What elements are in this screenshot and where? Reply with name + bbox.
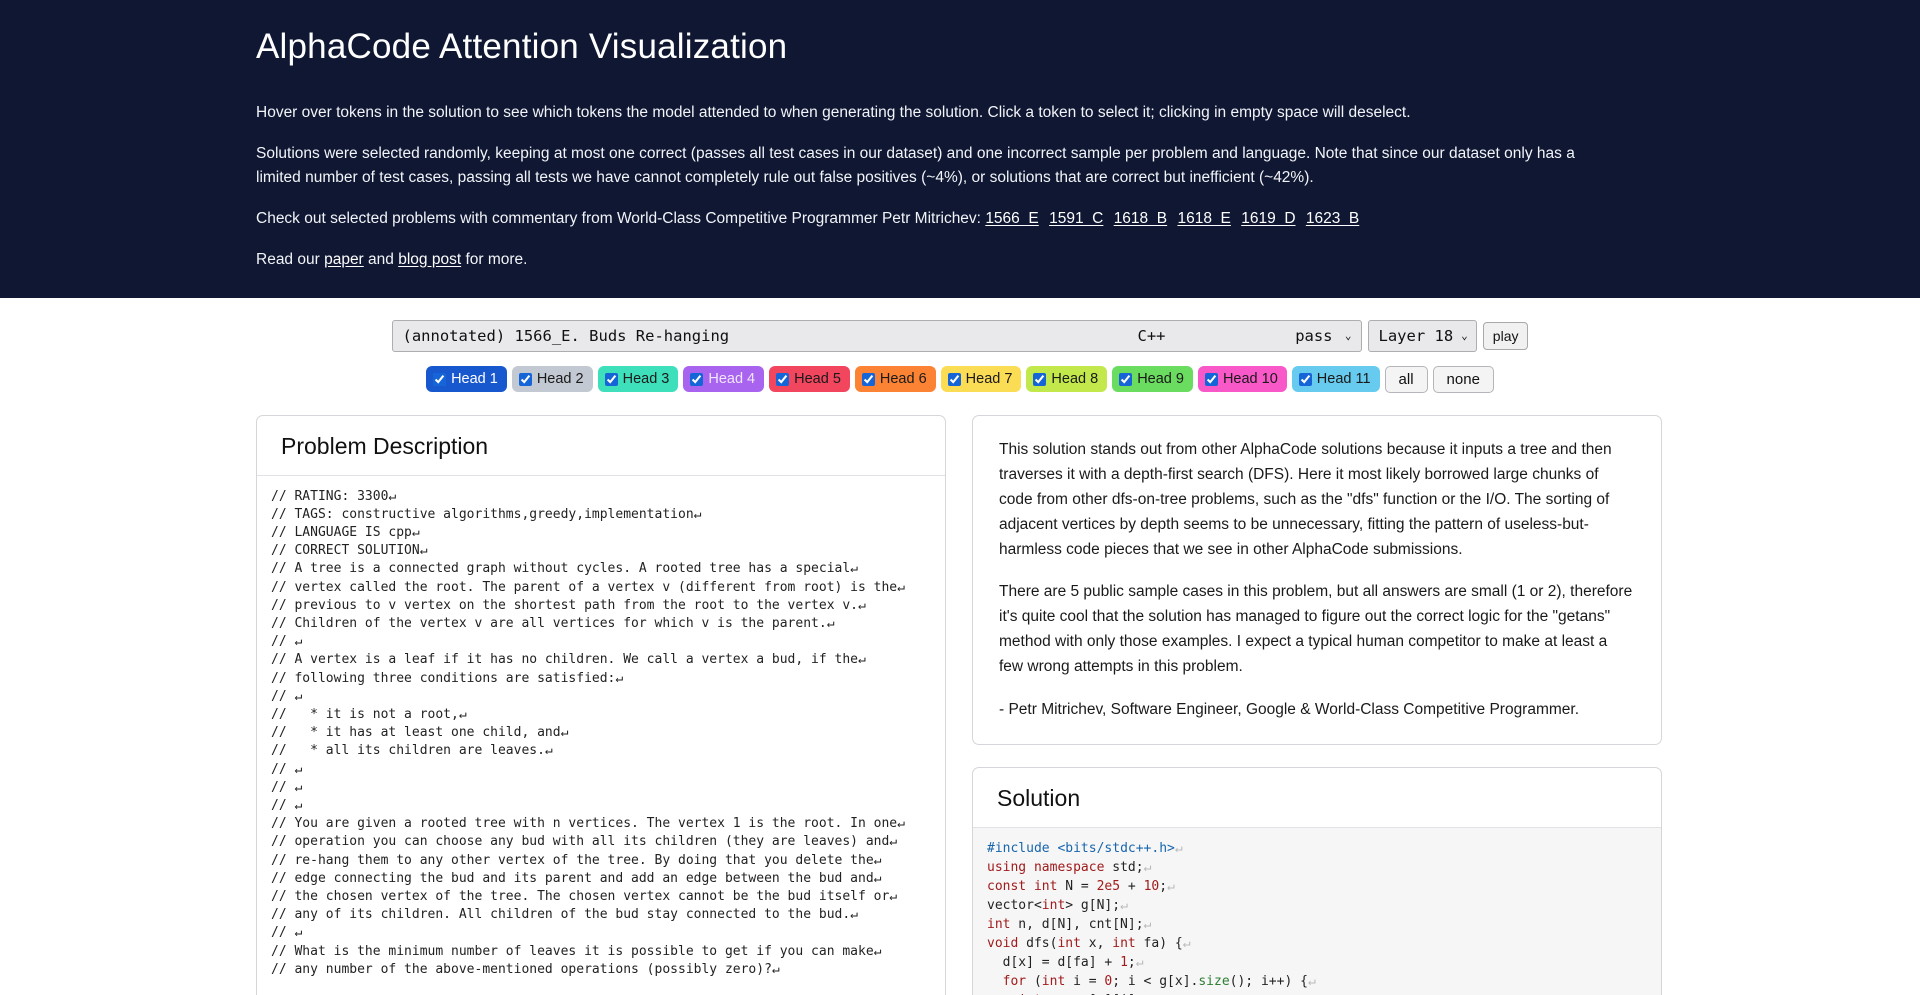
- head-checkbox-10[interactable]: [1204, 372, 1218, 386]
- heads-container: Head 1 Head 2 Head 3 Head 4 Head 5 Head 6 Head…: [426, 366, 1380, 393]
- problem-select-language: C++: [1137, 326, 1166, 345]
- solution-title: Solution: [973, 768, 1661, 828]
- problem-link-1623-b[interactable]: 1623_B: [1306, 210, 1359, 227]
- solution-code[interactable]: #include <bits/stdc++.h>↵ using namespace…: [973, 827, 1661, 995]
- solution-code-line: vector<int> g[N];↵: [987, 897, 1128, 913]
- chevron-down-icon: ⌄: [1461, 329, 1468, 343]
- head-toggle-7[interactable]: Head 7: [940, 366, 1022, 393]
- head-checkbox-3[interactable]: [604, 372, 618, 386]
- intro-paragraph-1: Hover over tokens in the solution to see…: [256, 103, 1411, 121]
- head-label-7: Head 7: [965, 371, 1013, 388]
- page-title: AlphaCode Attention Visualization: [256, 27, 788, 66]
- solution-code-line: void dfs(int x, int fa) {↵: [987, 935, 1191, 951]
- solution-code-line: #include <bits/stdc++.h>↵: [987, 840, 1183, 856]
- head-toggle-5[interactable]: Head 5: [769, 366, 850, 393]
- solution-code-line: for (int i = 0; i < g[x].size(); i++) {↵: [1002, 973, 1316, 989]
- head-toggle-8[interactable]: Head 8: [1026, 366, 1108, 393]
- blog-post-link[interactable]: blog post: [398, 251, 461, 268]
- head-label-2: Head 2: [536, 371, 584, 388]
- solution-code-line: const int N = 2e5 + 10;↵: [987, 878, 1175, 894]
- head-label-6: Head 6: [879, 371, 927, 388]
- attention-heads-row: Head 1 Head 2 Head 3 Head 4 Head 5 Head 6 Head…: [0, 365, 1920, 393]
- problem-link-1566-e[interactable]: 1566_E: [985, 210, 1038, 227]
- head-toggle-2[interactable]: Head 2: [511, 366, 593, 393]
- select-all-heads-button[interactable]: all: [1384, 365, 1428, 393]
- head-label-5: Head 5: [794, 371, 841, 388]
- play-button[interactable]: play: [1482, 321, 1529, 350]
- head-label-4: Head 4: [708, 371, 756, 388]
- main-panels: Problem Description // RATING: 3300↵ // …: [0, 393, 1920, 995]
- solution-code-line: d[x] = d[fa] + 1;↵: [987, 954, 1144, 970]
- commentary-links-prefix: Check out selected problems with comment…: [256, 209, 981, 227]
- head-toggle-1[interactable]: Head 1: [426, 366, 507, 393]
- problem-link-1619-d[interactable]: 1619_D: [1241, 210, 1295, 227]
- problem-link-1618-e[interactable]: 1618_E: [1177, 210, 1230, 227]
- head-checkbox-6[interactable]: [861, 372, 875, 386]
- head-label-11: Head 11: [1316, 371, 1371, 388]
- problem-link-1618-b[interactable]: 1618_B: [1114, 210, 1167, 227]
- chevron-down-icon: ⌄: [1344, 329, 1352, 343]
- read-more-mid: and: [363, 250, 399, 268]
- commentary-card: This solution stands out from other Alph…: [972, 414, 1662, 745]
- layer-select-value: Layer 18: [1378, 326, 1454, 345]
- head-label-10: Head 10: [1222, 371, 1278, 388]
- head-toggle-3[interactable]: Head 3: [597, 366, 679, 393]
- solution-column: This solution stands out from other Alph…: [972, 414, 1662, 995]
- paper-link[interactable]: paper: [324, 251, 364, 268]
- head-checkbox-4[interactable]: [690, 372, 704, 386]
- read-more-suffix: for more.: [461, 250, 528, 268]
- head-checkbox-1[interactable]: [433, 372, 447, 386]
- head-toggle-4[interactable]: Head 4: [683, 366, 765, 393]
- problem-description-title: Problem Description: [257, 416, 945, 476]
- head-label-9: Head 9: [1137, 371, 1184, 388]
- page-header: AlphaCode Attention Visualization Hover …: [0, 0, 1920, 298]
- head-checkbox-7[interactable]: [947, 372, 961, 386]
- solution-panel: Solution #include <bits/stdc++.h>↵ using …: [972, 766, 1662, 995]
- head-toggle-9[interactable]: Head 9: [1112, 366, 1193, 393]
- head-toggle-6[interactable]: Head 6: [854, 366, 936, 393]
- head-label-8: Head 8: [1051, 371, 1099, 388]
- commentary-attribution: - Petr Mitrichev, Software Engineer, Goo…: [999, 700, 1580, 718]
- read-more-prefix: Read our: [256, 250, 325, 268]
- solution-code-line: using namespace std;↵: [987, 859, 1152, 875]
- problem-select-verdict: pass: [1295, 326, 1333, 345]
- layer-select[interactable]: Layer 18 ⌄: [1367, 319, 1477, 352]
- commentary-paragraph-1: This solution stands out from other Alph…: [999, 440, 1612, 559]
- problem-description-code[interactable]: // RATING: 3300↵ // TAGS: constructive a…: [257, 476, 945, 979]
- problem-description-panel: Problem Description // RATING: 3300↵ // …: [256, 414, 946, 995]
- head-checkbox-2[interactable]: [518, 372, 532, 386]
- head-toggle-10[interactable]: Head 10: [1197, 366, 1287, 393]
- select-none-heads-button[interactable]: none: [1432, 365, 1494, 393]
- problem-link-1591-c[interactable]: 1591_C: [1049, 210, 1103, 227]
- head-checkbox-5[interactable]: [776, 372, 790, 386]
- problem-select[interactable]: (annotated) 1566_E. Buds Re-hanging C++ …: [391, 319, 1362, 352]
- commentary-links-line: Check out selected problems with comment…: [256, 207, 1600, 231]
- commentary-paragraph-2: There are 5 public sample cases in this …: [999, 583, 1633, 676]
- problem-select-title: (annotated) 1566_E. Buds Re-hanging: [402, 326, 730, 345]
- head-checkbox-9[interactable]: [1119, 372, 1133, 386]
- intro-paragraph-2: Solutions were selected randomly, keepin…: [256, 144, 1575, 186]
- head-label-3: Head 3: [622, 371, 670, 388]
- read-more-line: Read our paper and blog post for more.: [256, 248, 1600, 272]
- head-label-1: Head 1: [451, 371, 498, 388]
- solution-code-line: int n, d[N], cnt[N];↵: [987, 916, 1152, 932]
- head-checkbox-11[interactable]: [1298, 372, 1312, 386]
- head-toggle-11[interactable]: Head 11: [1291, 366, 1380, 393]
- solution-code-line: int v = g[x][i];↵: [987, 991, 1647, 995]
- controls-bar: (annotated) 1566_E. Buds Re-hanging C++ …: [0, 297, 1920, 393]
- head-checkbox-8[interactable]: [1033, 372, 1047, 386]
- app-root: AlphaCode Attention Visualization Hover …: [0, 0, 1920, 995]
